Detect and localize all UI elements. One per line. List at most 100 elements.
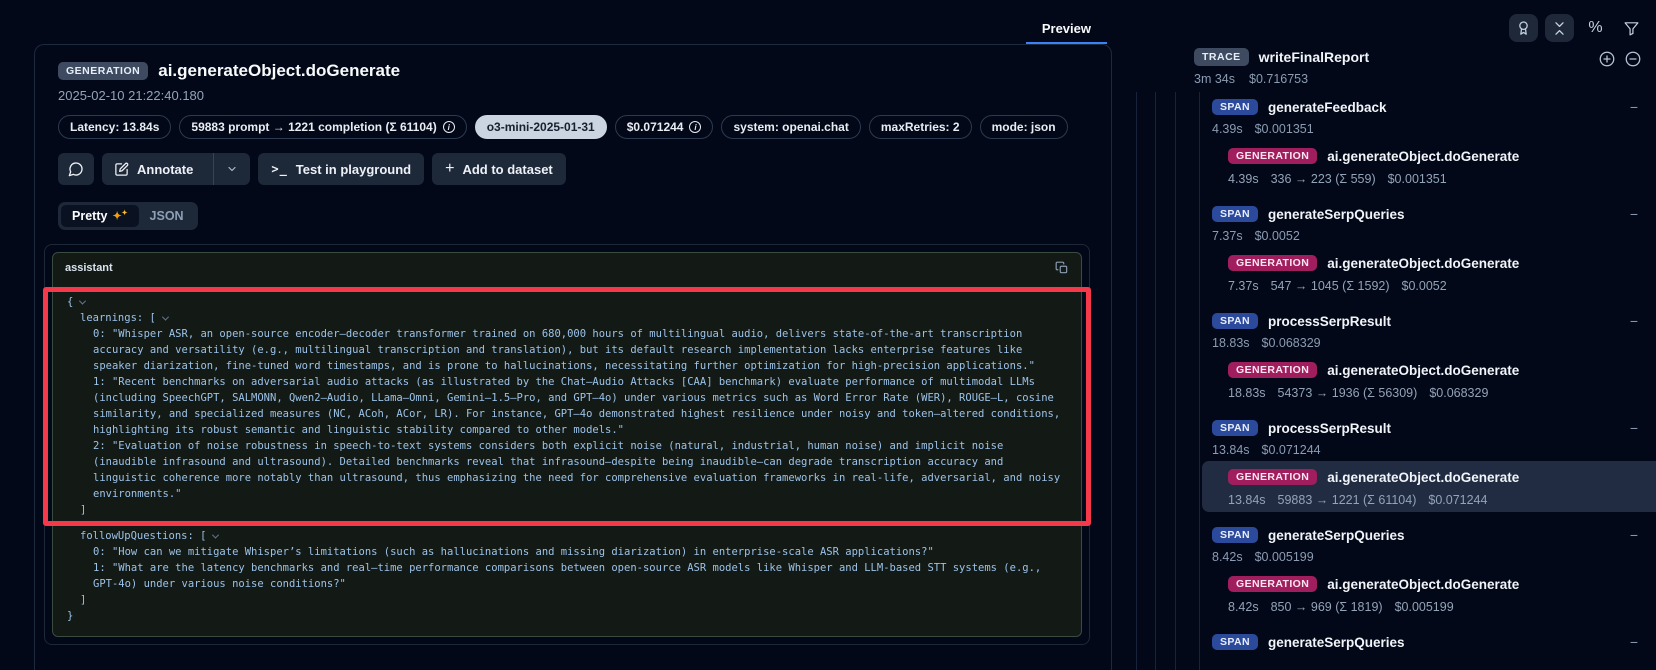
json-line: ]	[67, 592, 1067, 608]
metrics-toggle-button[interactable]: %	[1581, 14, 1610, 42]
json-line-text: learnings: [	[80, 312, 156, 324]
span-stats: 7.37s$0.0052	[1130, 227, 1656, 245]
metadata-badge[interactable]: $0.071244i	[615, 115, 714, 139]
generation-stats: 7.37s547 → 1045 (Σ 1592)$0.0052	[1130, 276, 1656, 296]
json-line: }	[67, 608, 1067, 624]
copy-button[interactable]	[1055, 261, 1069, 275]
collapse-chevron-icon[interactable]	[162, 314, 169, 321]
tree-item-span[interactable]: SPAN processSerpResult −	[1130, 415, 1656, 441]
collapse-minus-icon[interactable]: −	[1630, 313, 1638, 329]
tree-item-generation[interactable]: GENERATIONai.generateObject.doGenerate8.…	[1130, 566, 1656, 617]
metadata-badge-label: system: openai.chat	[733, 120, 848, 134]
collapse-all-button[interactable]	[1545, 14, 1574, 42]
message-role-label: assistant	[65, 262, 113, 274]
generation-cost: $0.0052	[1402, 279, 1447, 293]
annotate-button[interactable]: Annotate	[102, 153, 250, 185]
tree-item-span[interactable]: SPANprocessSerpResult−	[1130, 308, 1656, 334]
tree-group: SPANprocessSerpResult−13.84s$0.071244GEN…	[1130, 415, 1656, 510]
span-type-badge: SPAN	[1212, 527, 1258, 543]
tree-group: SPANgenerateFeedback−4.39s$0.001351GENER…	[1130, 94, 1656, 189]
tab-preview[interactable]: Preview	[1026, 17, 1107, 44]
collapse-minus-icon[interactable]: −	[1630, 206, 1638, 222]
generation-duration: 7.37s	[1228, 279, 1259, 293]
comment-button[interactable]	[58, 153, 94, 185]
observation-tree: SPANgenerateFeedback−4.39s$0.001351GENER…	[1130, 94, 1656, 667]
json-line: 1: "What are the latency benchmarks and …	[67, 560, 1067, 592]
metadata-badge-label: o3-mini-2025-01-31	[487, 120, 595, 134]
page-title: ai.generateObject.doGenerate	[158, 61, 400, 81]
filter-icon	[1623, 20, 1640, 37]
metadata-badge[interactable]: 59883 prompt → 1221 completion (Σ 61104)…	[179, 115, 466, 139]
span-duration: 18.83s	[1212, 336, 1250, 350]
tree-item-generation[interactable]: GENERATIONai.generateObject.doGenerate4.…	[1130, 138, 1656, 189]
span-type-badge: SPAN	[1212, 313, 1258, 329]
collapse-minus-icon[interactable]: −	[1630, 527, 1638, 543]
generation-name: ai.generateObject.doGenerate	[1327, 577, 1519, 592]
tree-item-span[interactable]: SPANgenerateSerpQueries−	[1130, 629, 1656, 655]
json-line: followUpQuestions: [	[67, 528, 1067, 544]
trace-cost: $0.716753	[1249, 72, 1308, 86]
trace-type-badge: TRACE	[1194, 48, 1249, 66]
metadata-badge[interactable]: Latency: 13.84s	[58, 115, 171, 139]
tree-item-generation[interactable]: GENERATIONai.generateObject.doGenerate18…	[1130, 352, 1656, 403]
test-in-playground-button[interactable]: >_ Test in playground	[258, 153, 424, 185]
metadata-badge-label: mode: json	[992, 120, 1056, 134]
expand-all-icon[interactable]	[1598, 50, 1616, 68]
award-icon	[1515, 20, 1532, 37]
observation-header: GENERATION ai.generateObject.doGenerate	[58, 61, 1089, 81]
generation-name: ai.generateObject.doGenerate	[1327, 470, 1519, 485]
span-type-badge: SPAN	[1212, 420, 1258, 436]
generation-type-badge: GENERATION	[1228, 469, 1317, 485]
tree-group: SPANgenerateSerpQueries−8.42s$0.005199GE…	[1130, 522, 1656, 617]
tree-item-span[interactable]: SPANgenerateSerpQueries−	[1130, 201, 1656, 227]
info-icon: i	[443, 121, 455, 133]
span-name: processSerpResult	[1268, 421, 1391, 436]
collapse-minus-icon[interactable]: −	[1630, 99, 1638, 115]
json-line: {	[67, 294, 1067, 310]
assistant-message: assistant { learnings: [ 0: "Whisper ASR, …	[52, 252, 1082, 637]
generation-tokens: 850 → 969 (Σ 1819)	[1271, 600, 1383, 614]
span-stats: 8.42s$0.005199	[1130, 548, 1656, 566]
metadata-badge[interactable]: system: openai.chat	[721, 115, 860, 139]
view-mode-toggle: Pretty✦ JSON	[58, 202, 198, 230]
view-toggle-label: JSON	[150, 209, 184, 223]
observation-type-badge: GENERATION	[58, 62, 148, 80]
json-line-text: 0: "Whisper ASR, an open-source encoder–…	[93, 328, 1035, 372]
collapse-chevron-icon[interactable]	[212, 532, 219, 539]
percent-icon: %	[1588, 19, 1602, 37]
metadata-badge[interactable]: o3-mini-2025-01-31	[475, 115, 607, 139]
view-toggle-pretty[interactable]: Pretty✦	[61, 205, 139, 227]
span-stats: 4.39s$0.001351	[1130, 120, 1656, 138]
metadata-badge-label: Latency: 13.84s	[70, 120, 159, 134]
view-toggle-json[interactable]: JSON	[139, 205, 195, 227]
collapse-icon[interactable]	[1624, 50, 1642, 68]
tree-item-generation[interactable]: GENERATIONai.generateObject.doGenerate13…	[1130, 459, 1656, 510]
json-line: 2: "Evaluation of noise robustness in sp…	[67, 438, 1067, 502]
add-to-dataset-button[interactable]: + Add to dataset	[432, 153, 566, 185]
span-cost: $0.068329	[1262, 336, 1321, 350]
annotate-dropdown[interactable]	[213, 153, 250, 185]
generation-name: ai.generateObject.doGenerate	[1327, 256, 1519, 271]
tree-item-generation[interactable]: GENERATIONai.generateObject.doGenerate7.…	[1130, 245, 1656, 296]
collapse-chevron-icon[interactable]	[79, 298, 86, 305]
metadata-badge[interactable]: mode: json	[980, 115, 1068, 139]
generation-cost: $0.005199	[1395, 600, 1454, 614]
span-duration: 7.37s	[1212, 229, 1243, 243]
annotate-label: Annotate	[137, 162, 193, 177]
collapse-minus-icon[interactable]: −	[1630, 420, 1638, 436]
span-duration: 4.39s	[1212, 122, 1243, 136]
scores-button[interactable]	[1509, 14, 1538, 42]
generation-row: GENERATION ai.generateObject.doGenerate	[1130, 464, 1656, 490]
trace-header[interactable]: TRACE writeFinalReport 3m 34s $0.716753	[1194, 48, 1369, 86]
metadata-badge[interactable]: maxRetries: 2	[869, 115, 972, 139]
generation-duration: 18.83s	[1228, 386, 1266, 400]
span-cost: $0.005199	[1255, 550, 1314, 564]
tree-item-span[interactable]: SPANgenerateSerpQueries−	[1130, 522, 1656, 548]
collapse-minus-icon[interactable]: −	[1630, 634, 1638, 650]
json-line-text: ]	[80, 594, 86, 606]
tree-item-span[interactable]: SPANgenerateFeedback−	[1130, 94, 1656, 120]
tree-group: SPANgenerateSerpQueries−7.37s$0.0052GENE…	[1130, 201, 1656, 296]
copy-icon	[1055, 261, 1069, 275]
generation-cost: $0.001351	[1388, 172, 1447, 186]
filter-button[interactable]	[1617, 14, 1646, 42]
